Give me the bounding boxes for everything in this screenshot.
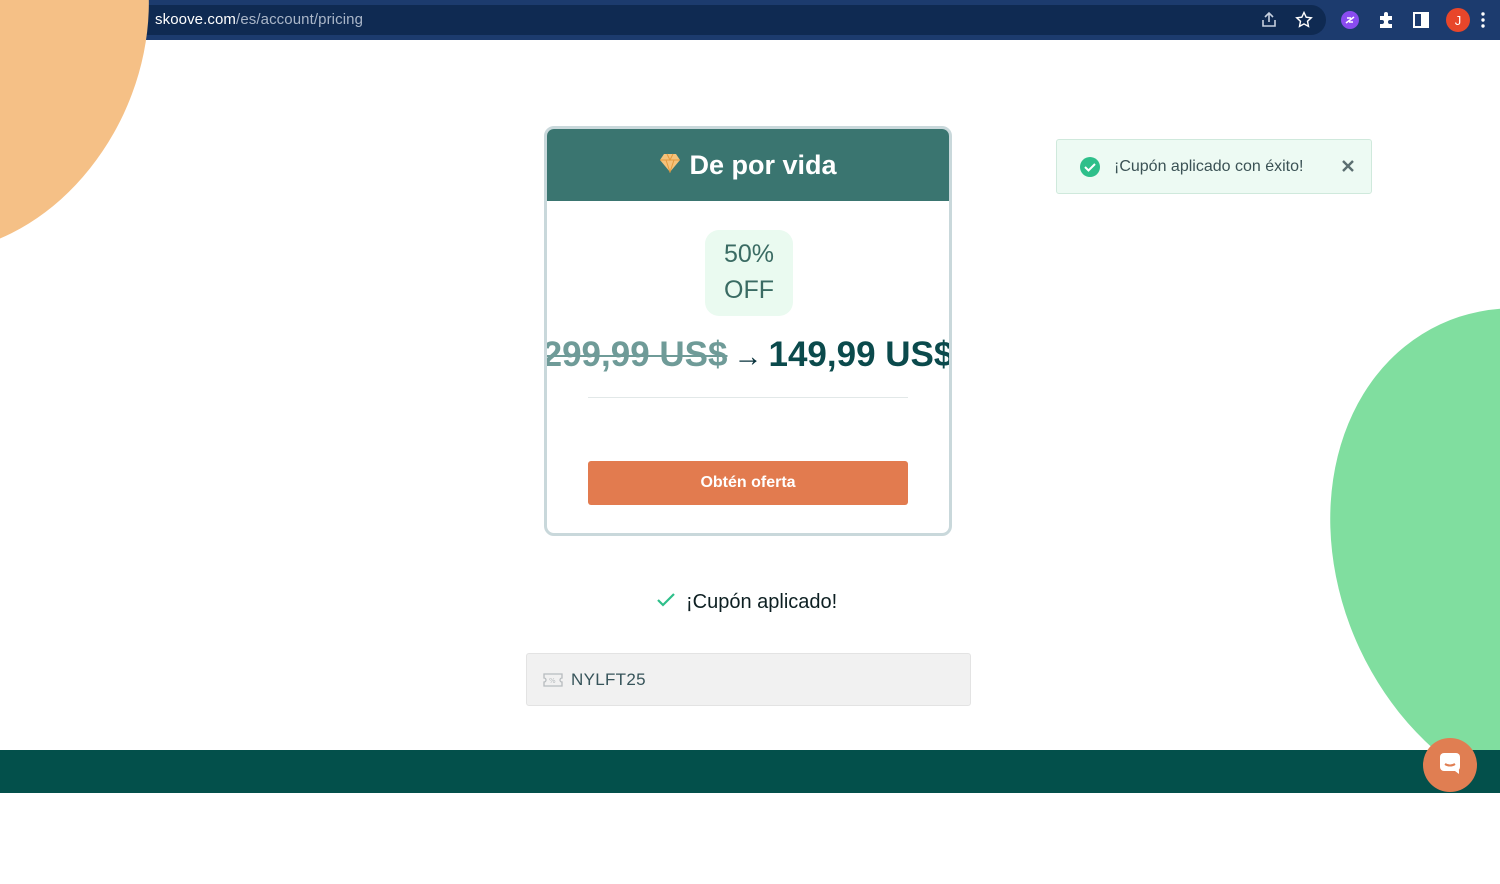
original-price: 299,99 US$ — [544, 335, 728, 374]
extensions-puzzle-icon[interactable] — [1375, 9, 1397, 31]
success-check-icon — [1079, 156, 1101, 183]
ticket-icon: % — [543, 673, 563, 692]
checkmark-icon — [656, 592, 676, 613]
pricing-card: De por vida 50% OFF 299,99 US$ → 149,99 … — [544, 126, 952, 536]
coupon-code-value: NYLFT25 — [571, 670, 646, 689]
price-row: 299,99 US$ → 149,99 US$ — [547, 335, 949, 379]
discount-off-label: OFF — [724, 276, 774, 304]
extension-purple-icon[interactable] — [1339, 9, 1361, 31]
discounted-price: 149,99 US$ — [768, 335, 952, 374]
chat-bubble-icon — [1437, 750, 1463, 781]
discount-percent: 50% — [723, 240, 775, 268]
diamond-icon — [659, 153, 681, 178]
coupon-status-text: ¡Cupón aplicado! — [686, 590, 838, 613]
close-icon[interactable] — [1339, 157, 1357, 180]
page-footer — [0, 750, 1500, 793]
discount-badge: 50% OFF — [705, 230, 793, 316]
profile-avatar[interactable]: J — [1446, 8, 1470, 32]
url-text: skoove.com/es/account/pricing — [155, 11, 364, 28]
decorative-orange-blob — [0, 0, 217, 314]
share-icon[interactable] — [1260, 11, 1278, 34]
plan-title: De por vida — [689, 149, 837, 180]
menu-kebab-icon[interactable] — [1476, 9, 1490, 31]
price-arrow: → — [733, 341, 763, 373]
coupon-status: ¡Cupón aplicado! — [656, 588, 837, 616]
toast-message: ¡Cupón aplicado con éxito! — [1114, 158, 1304, 175]
svg-text:%: % — [549, 677, 556, 685]
coupon-code-field[interactable]: % NYLFT25 — [526, 653, 971, 706]
address-bar[interactable]: skoove.com/es/account/pricing — [118, 5, 1326, 35]
get-offer-button[interactable]: Obtén oferta — [588, 461, 908, 505]
chat-launcher-button[interactable] — [1423, 738, 1477, 792]
card-divider — [588, 397, 908, 398]
browser-toolbar: skoove.com/es/account/pricing J — [0, 0, 1500, 40]
side-panel-icon[interactable] — [1410, 9, 1432, 31]
card-header: De por vida — [547, 129, 949, 201]
bookmark-star-icon[interactable] — [1295, 10, 1313, 34]
success-toast: ¡Cupón aplicado con éxito! — [1056, 139, 1372, 194]
